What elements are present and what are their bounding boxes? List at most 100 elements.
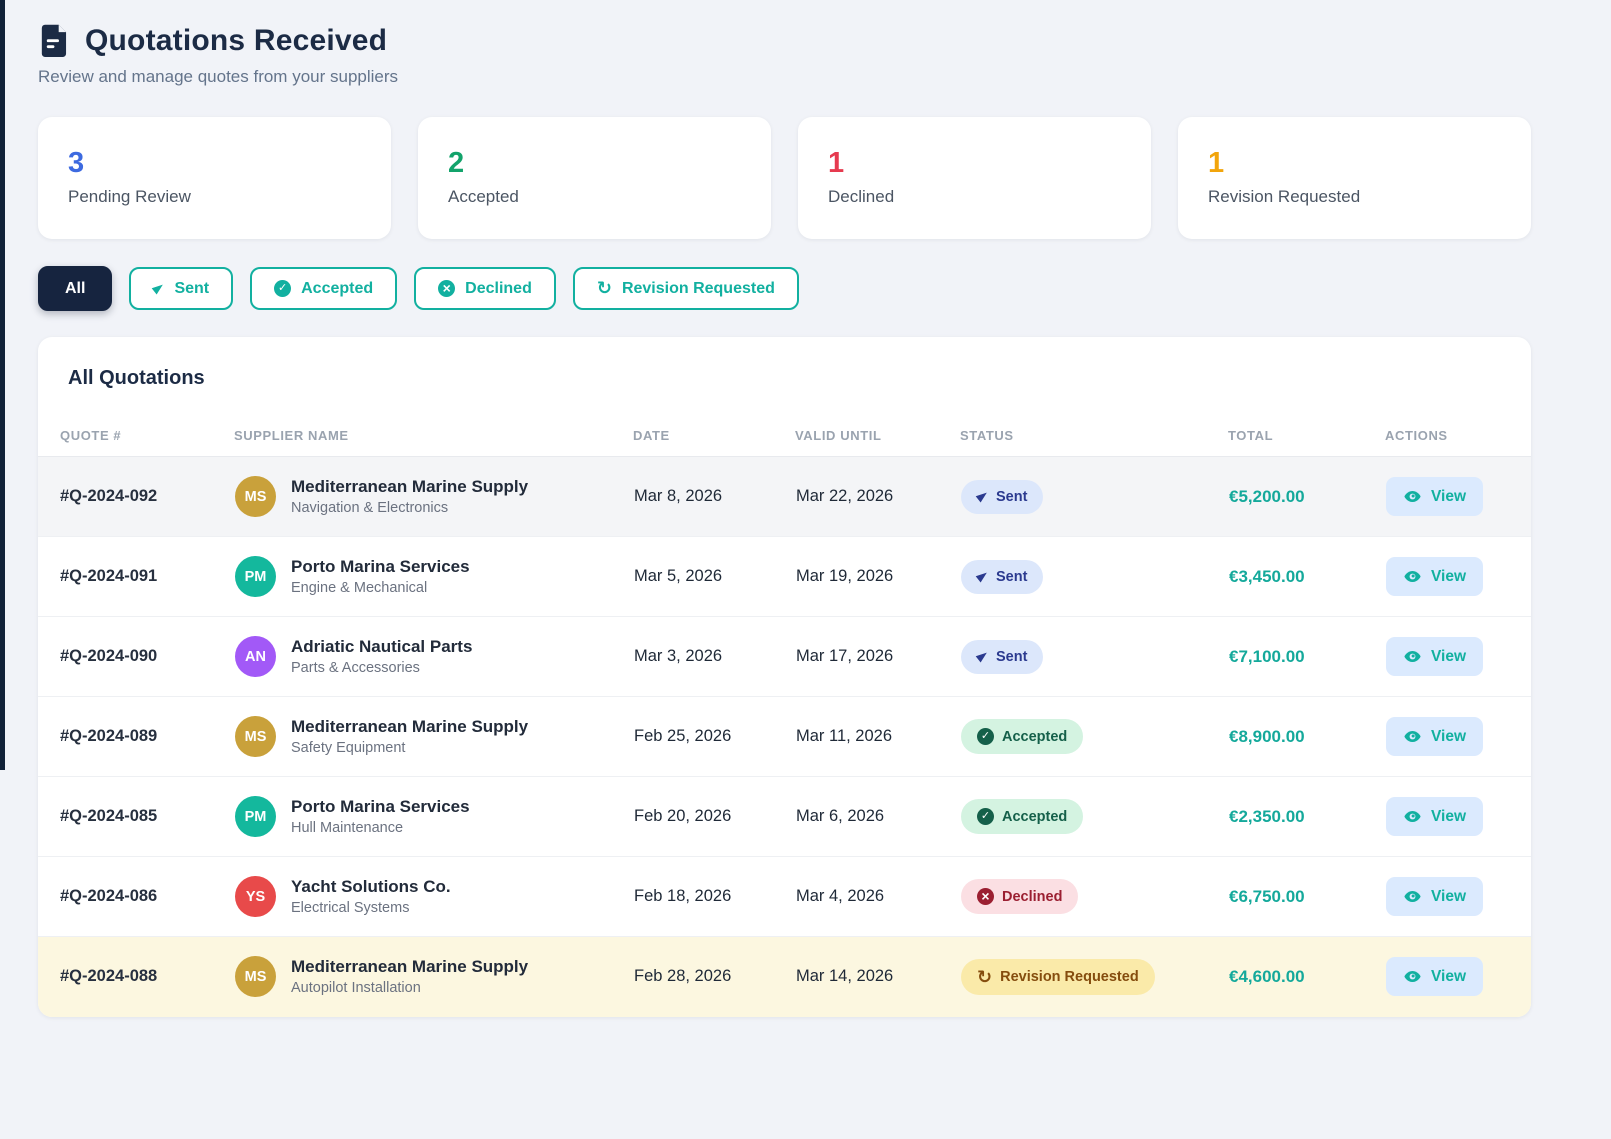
quote-date: Feb 20, 2026 — [633, 777, 795, 857]
valid-until-date: Mar 11, 2026 — [795, 697, 960, 777]
stat-value: 1 — [828, 149, 1121, 178]
filter-accepted[interactable]: Accepted — [250, 267, 397, 310]
stat-value: 2 — [448, 149, 741, 178]
status-label: Sent — [996, 569, 1027, 585]
view-button[interactable]: View — [1386, 557, 1483, 596]
supplier-category: Parts & Accessories — [291, 660, 472, 676]
column-quote: QUOTE # — [38, 415, 234, 457]
table-row: #Q-2024-090 AN Adriatic Nautical Parts P… — [38, 617, 1531, 697]
x-circle-icon — [438, 280, 455, 297]
supplier-cell: YS Yacht Solutions Co. Electrical System… — [235, 876, 632, 917]
table-row: #Q-2024-086 YS Yacht Solutions Co. Elect… — [38, 857, 1531, 937]
supplier-name: Mediterranean Marine Supply — [291, 717, 528, 737]
stat-label: Declined — [828, 187, 1121, 207]
table-row: #Q-2024-088 MS Mediterranean Marine Supp… — [38, 937, 1531, 1017]
quote-total: €8,900.00 — [1228, 697, 1385, 777]
eye-icon — [1403, 647, 1422, 666]
filter-label: Accepted — [301, 279, 373, 298]
supplier-name: Mediterranean Marine Supply — [291, 957, 528, 977]
valid-until-date: Mar 14, 2026 — [795, 937, 960, 1017]
quote-total: €3,450.00 — [1228, 537, 1385, 617]
quote-date: Mar 8, 2026 — [633, 457, 795, 537]
main-content: Quotations Received Review and manage qu… — [0, 0, 1531, 1017]
quote-number: #Q-2024-090 — [38, 617, 234, 697]
supplier-cell: PM Porto Marina Services Engine & Mechan… — [235, 556, 632, 597]
status-badge: Sent — [961, 560, 1043, 594]
view-label: View — [1431, 488, 1466, 506]
status-label: Sent — [996, 649, 1027, 665]
status-badge: Declined — [961, 879, 1078, 914]
status-badge: Sent — [961, 480, 1043, 514]
quote-date: Feb 28, 2026 — [633, 937, 795, 1017]
stat-label: Accepted — [448, 187, 741, 207]
check-circle-icon — [274, 280, 291, 297]
filter-all[interactable]: All — [38, 266, 112, 311]
status-badge: Accepted — [961, 799, 1083, 834]
page-subtitle: Review and manage quotes from your suppl… — [38, 67, 1531, 87]
supplier-cell: MS Mediterranean Marine Supply Navigatio… — [235, 476, 632, 517]
avatar: PM — [235, 556, 276, 597]
stat-card-pending-review: 3 Pending Review — [38, 117, 391, 239]
sidebar-edge — [0, 0, 5, 770]
stat-label: Pending Review — [68, 187, 361, 207]
filter-revision-requested[interactable]: Revision Requested — [573, 267, 799, 310]
view-button[interactable]: View — [1386, 957, 1483, 996]
quotations-table-card: All Quotations QUOTE # SUPPLIER NAME DAT… — [38, 337, 1531, 1017]
view-button[interactable]: View — [1386, 797, 1483, 836]
quote-date: Mar 3, 2026 — [633, 617, 795, 697]
table-row: #Q-2024-091 PM Porto Marina Services Eng… — [38, 537, 1531, 617]
status-badge: Revision Requested — [961, 959, 1155, 996]
supplier-name: Adriatic Nautical Parts — [291, 637, 472, 657]
filter-sent[interactable]: Sent — [129, 267, 233, 310]
view-button[interactable]: View — [1386, 717, 1483, 756]
valid-until-date: Mar 6, 2026 — [795, 777, 960, 857]
quote-number: #Q-2024-085 — [38, 777, 234, 857]
filter-declined[interactable]: Declined — [414, 267, 556, 310]
supplier-category: Engine & Mechanical — [291, 580, 470, 596]
supplier-cell: PM Porto Marina Services Hull Maintenanc… — [235, 796, 632, 837]
quote-number: #Q-2024-086 — [38, 857, 234, 937]
status-icon — [977, 728, 994, 745]
supplier-category: Hull Maintenance — [291, 820, 470, 836]
status-badge: Accepted — [961, 719, 1083, 754]
supplier-cell: MS Mediterranean Marine Supply Autopilot… — [235, 956, 632, 997]
view-button[interactable]: View — [1386, 477, 1483, 516]
avatar: YS — [235, 876, 276, 917]
page-header: Quotations Received Review and manage qu… — [38, 22, 1531, 87]
column-total: TOTAL — [1228, 415, 1385, 457]
quote-number: #Q-2024-092 — [38, 457, 234, 537]
status-icon — [976, 569, 990, 582]
supplier-name: Porto Marina Services — [291, 797, 470, 817]
column-valid-until: VALID UNTIL — [795, 415, 960, 457]
supplier-category: Electrical Systems — [291, 900, 451, 916]
stat-label: Revision Requested — [1208, 187, 1501, 207]
supplier-category: Navigation & Electronics — [291, 500, 528, 516]
column-date: DATE — [633, 415, 795, 457]
quote-total: €4,600.00 — [1228, 937, 1385, 1017]
stat-card-accepted: 2 Accepted — [418, 117, 771, 239]
view-button[interactable]: View — [1386, 637, 1483, 676]
refresh-icon — [597, 279, 612, 298]
status-icon — [977, 968, 992, 987]
supplier-category: Safety Equipment — [291, 740, 528, 756]
quote-number: #Q-2024-091 — [38, 537, 234, 617]
avatar: MS — [235, 476, 276, 517]
quote-number: #Q-2024-089 — [38, 697, 234, 777]
status-filters: All Sent Accepted Declined Revision Requ… — [38, 266, 1531, 311]
filter-label: Revision Requested — [622, 279, 775, 298]
status-label: Accepted — [1002, 729, 1067, 745]
stat-card-declined: 1 Declined — [798, 117, 1151, 239]
stat-cards: 3 Pending Review 2 Accepted 1 Declined 1… — [38, 117, 1531, 239]
table-row: #Q-2024-089 MS Mediterranean Marine Supp… — [38, 697, 1531, 777]
status-label: Sent — [996, 489, 1027, 505]
valid-until-date: Mar 4, 2026 — [795, 857, 960, 937]
quotations-table: QUOTE # SUPPLIER NAME DATE VALID UNTIL S… — [38, 415, 1531, 1017]
avatar: MS — [235, 956, 276, 997]
supplier-name: Mediterranean Marine Supply — [291, 477, 528, 497]
quote-total: €6,750.00 — [1228, 857, 1385, 937]
view-label: View — [1431, 808, 1466, 826]
view-label: View — [1431, 728, 1466, 746]
view-button[interactable]: View — [1386, 877, 1483, 916]
eye-icon — [1403, 487, 1422, 506]
avatar: PM — [235, 796, 276, 837]
